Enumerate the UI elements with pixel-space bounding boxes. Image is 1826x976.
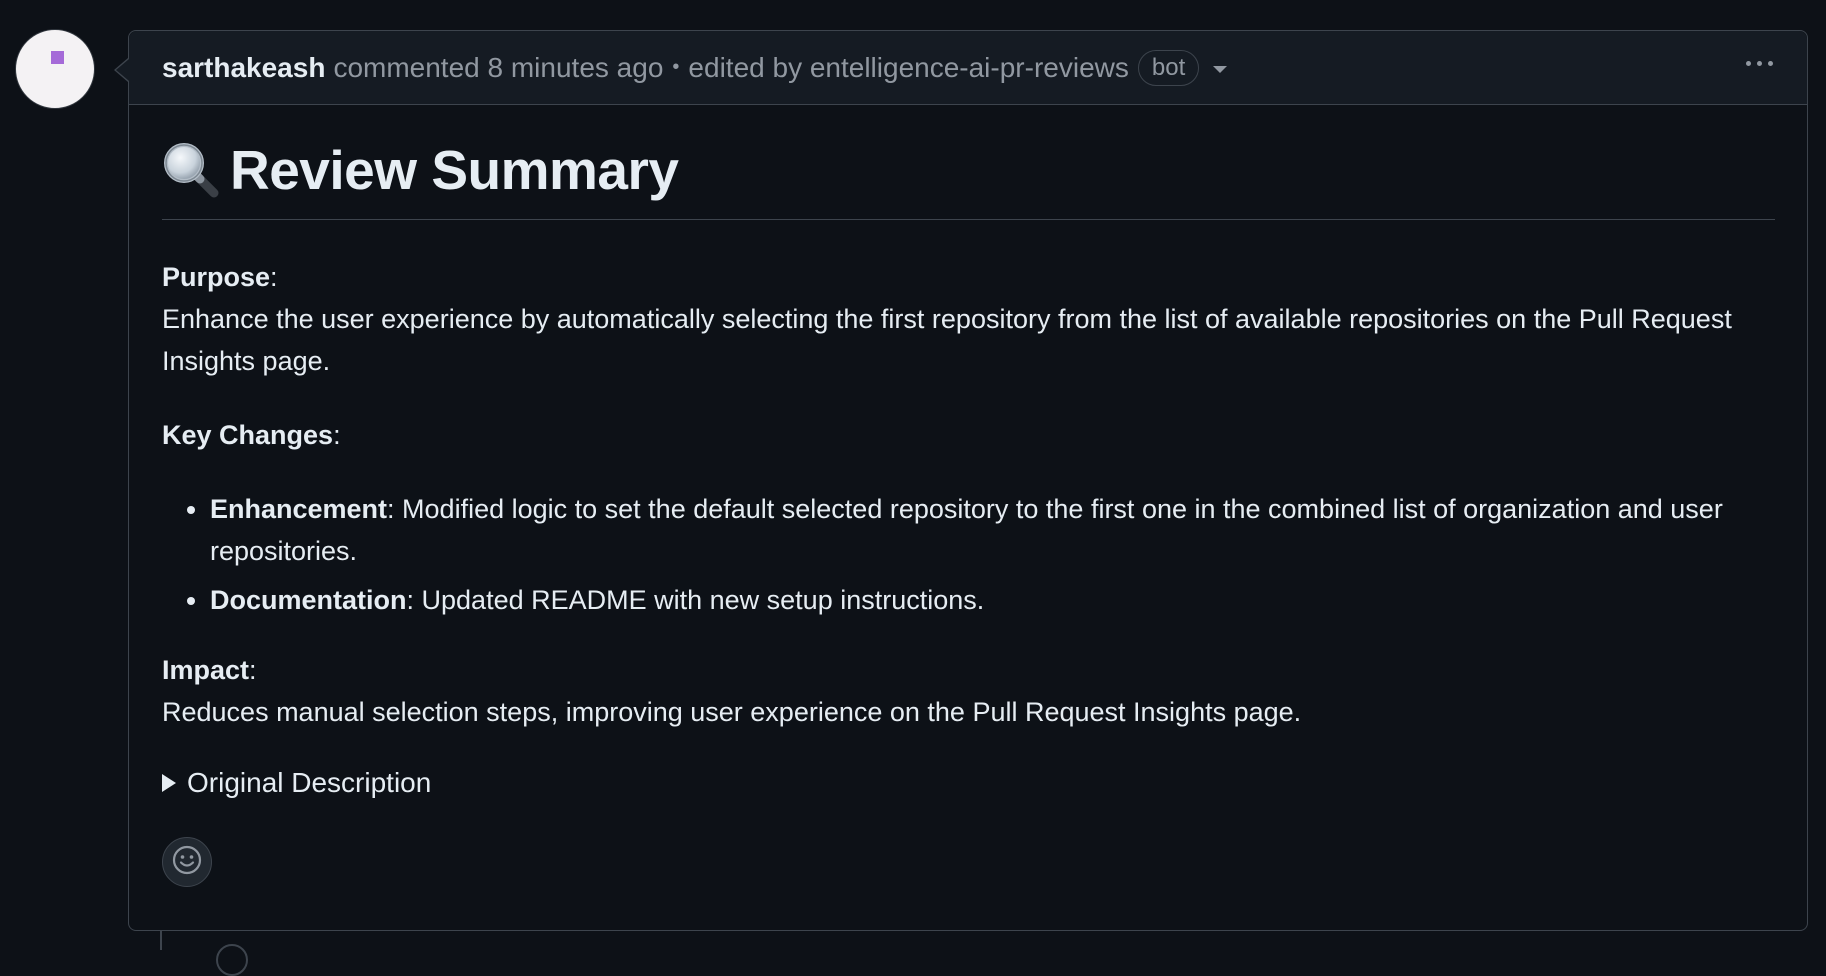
add-reaction-button[interactable]	[162, 837, 212, 887]
list-item: Documentation: Updated README with new s…	[210, 579, 1775, 621]
impact-label: Impact:	[162, 655, 257, 685]
purpose-label: Purpose:	[162, 262, 278, 292]
bot-badge: bot	[1137, 49, 1200, 86]
key-changes-list: Enhancement: Modified logic to set the d…	[162, 488, 1775, 621]
avatar-pixel	[51, 51, 64, 64]
list-item: Enhancement: Modified logic to set the d…	[210, 488, 1775, 572]
comment-body: Review Summary Purpose: Enhance the user…	[129, 105, 1807, 887]
disclosure-triangle-icon	[162, 774, 176, 792]
author-link[interactable]: sarthakeash	[162, 52, 325, 84]
impact-text: Reduces manual selection steps, improvin…	[162, 697, 1302, 727]
edit-history-dropdown-icon[interactable]	[1213, 66, 1228, 73]
purpose-text: Enhance the user experience by automatic…	[162, 304, 1732, 376]
comment-timestamp[interactable]: commented 8 minutes ago	[333, 52, 663, 84]
key-changes-label: Key Changes:	[162, 420, 341, 450]
magnifying-glass-icon	[162, 141, 220, 199]
comment-pointer-fill	[116, 59, 129, 81]
smiley-icon	[172, 845, 202, 880]
review-summary-title: Review Summary	[230, 139, 679, 201]
comment-header: sarthakeash commented 8 minutes ago • ed…	[129, 31, 1807, 105]
edited-by-menu[interactable]: edited by entelligence-ai-pr-reviews	[688, 52, 1128, 84]
comment-options-icon[interactable]	[1744, 53, 1775, 74]
user-avatar[interactable]	[15, 29, 95, 109]
review-summary-heading: Review Summary	[162, 105, 1775, 220]
original-description-label: Original Description	[187, 767, 432, 798]
timeline-connector	[160, 931, 162, 950]
comment-box: sarthakeash commented 8 minutes ago • ed…	[128, 30, 1808, 931]
separator-dot: •	[672, 56, 680, 78]
original-description-toggle[interactable]: Original Description	[162, 763, 1775, 803]
timeline-next-item-icon	[216, 944, 248, 976]
